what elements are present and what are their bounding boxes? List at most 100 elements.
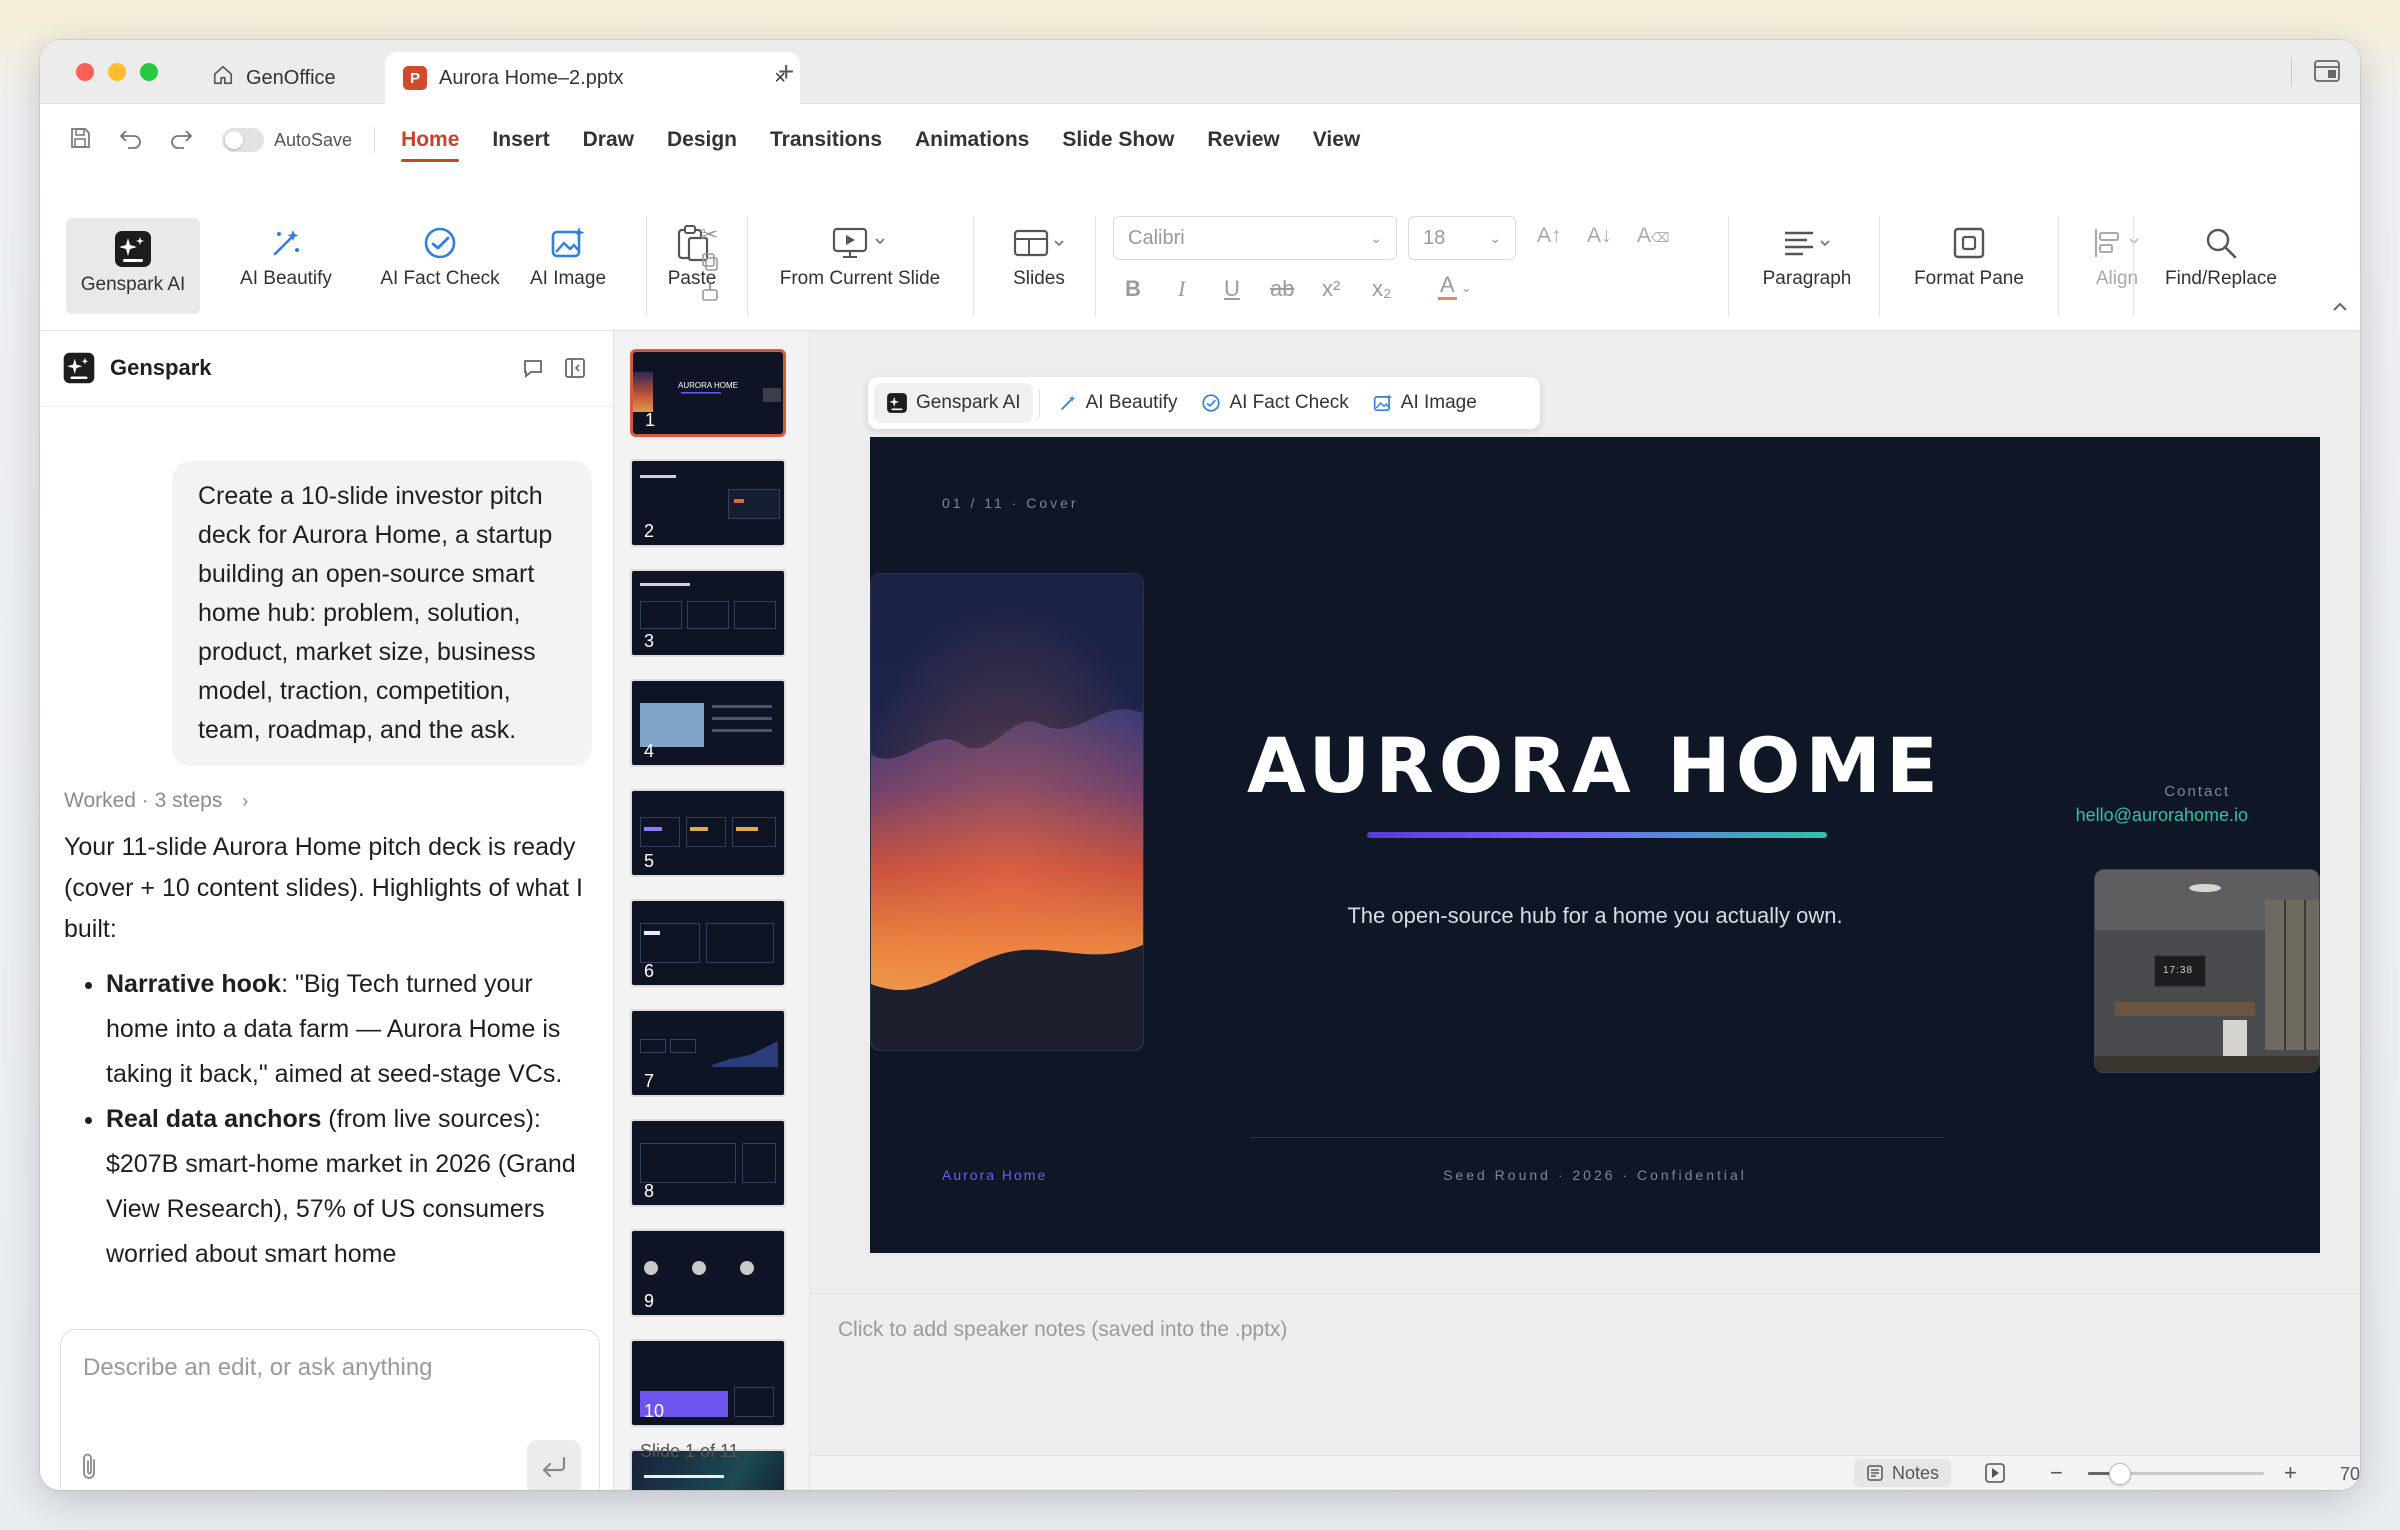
ai-fact-check-button[interactable]: AI Fact Check	[358, 218, 522, 290]
decrease-font-icon[interactable]: A↓	[1587, 224, 1612, 248]
chat-input[interactable]: Describe an edit, or ask anything	[83, 1354, 433, 1382]
font-size-select[interactable]: 18 ⌄	[1408, 216, 1516, 260]
menu-animations[interactable]: Animations	[915, 128, 1029, 152]
from-current-slide-button[interactable]: From Current Slide	[760, 218, 960, 290]
slide-thumbnail-1[interactable]: AURORA HOME 1	[630, 349, 786, 437]
slide-thumbnail-2[interactable]: 2	[630, 459, 786, 547]
fact-check-icon	[422, 218, 458, 268]
close-window-button[interactable]	[76, 63, 94, 81]
ribbon: Genspark AI AI Beautify AI Fact Check AI…	[40, 176, 2360, 331]
subscript-icon[interactable]: x₂	[1372, 276, 1392, 302]
answer-intro: Your 11-slide Aurora Home pitch deck is …	[64, 833, 584, 943]
undo-icon[interactable]	[118, 127, 144, 154]
slide-thumbnail-9[interactable]: 9	[630, 1229, 786, 1317]
slide-thumbnail-6[interactable]: 6	[630, 899, 786, 987]
menu-insert[interactable]: Insert	[492, 128, 549, 152]
increase-font-icon[interactable]: A↑	[1537, 224, 1562, 248]
format-pane-icon	[1952, 218, 1986, 268]
speaker-notes[interactable]: Click to add speaker notes (saved into t…	[810, 1293, 2360, 1455]
collapse-ribbon-icon[interactable]	[2332, 300, 2348, 318]
autosave-toggle[interactable]	[222, 128, 264, 152]
new-chat-icon[interactable]	[522, 357, 544, 384]
find-replace-button[interactable]: Find/Replace	[2146, 218, 2296, 290]
redo-icon[interactable]	[168, 127, 194, 154]
ai-image-icon	[550, 218, 586, 268]
slide-thumbnail-4[interactable]: 4	[630, 679, 786, 767]
slide-title[interactable]: AURORA HOME	[870, 721, 2320, 810]
living-room-photo[interactable]: 17:38	[2094, 869, 2320, 1073]
paste-button[interactable]: Paste	[652, 218, 732, 290]
genspark-ai-button[interactable]: Genspark AI	[66, 218, 200, 314]
minimize-window-button[interactable]	[108, 63, 126, 81]
current-slide[interactable]: 01 / 11 · Cover AURORA HOME The open-sou…	[870, 437, 2320, 1253]
sidebar-toggle-icon[interactable]	[2314, 60, 2340, 87]
bold-icon[interactable]: B	[1125, 276, 1141, 302]
menu-draw[interactable]: Draw	[583, 128, 634, 152]
maximize-window-button[interactable]	[140, 63, 158, 81]
attach-icon[interactable]	[79, 1452, 101, 1487]
float-ai-beautify-button[interactable]: AI Beautify	[1046, 383, 1190, 423]
font-family-select[interactable]: Calibri ⌄	[1113, 216, 1397, 260]
ai-beautify-button[interactable]: AI Beautify	[216, 218, 356, 290]
copy-icon[interactable]	[700, 252, 720, 277]
float-ai-fact-check-button[interactable]: AI Fact Check	[1189, 383, 1360, 423]
zoom-out-button[interactable]: −	[2050, 1460, 2063, 1486]
divider	[747, 216, 748, 316]
app-window: GenOffice P Aurora Home–2.pptx × + AutoS…	[40, 40, 2360, 1490]
aurora-gradient-image[interactable]	[870, 573, 1144, 1051]
new-tab-button[interactable]: +	[778, 56, 794, 88]
slides-button[interactable]: Slides	[982, 218, 1096, 290]
title-underline	[1367, 832, 1827, 838]
align-label: Align	[2095, 268, 2139, 289]
zoom-slider-thumb[interactable]	[2108, 1463, 2131, 1485]
slide-thumbnail-7[interactable]: 7	[630, 1009, 786, 1097]
send-button[interactable]	[527, 1440, 581, 1490]
format-painter-icon[interactable]	[700, 282, 720, 307]
tab-aurora-pptx[interactable]: P Aurora Home–2.pptx ×	[385, 52, 800, 104]
strikethrough-icon[interactable]: ab	[1270, 276, 1294, 302]
zoom-in-button[interactable]: +	[2284, 1460, 2297, 1486]
menu-home[interactable]: Home	[401, 128, 460, 162]
notes-toggle-button[interactable]: Notes	[1854, 1459, 1952, 1487]
font-color-icon[interactable]: A ⌄	[1438, 272, 1472, 300]
dock-panel-icon[interactable]	[564, 357, 586, 384]
zoom-slider[interactable]	[2088, 1463, 2264, 1485]
save-icon[interactable]	[68, 126, 92, 155]
cut-icon[interactable]: ✂	[700, 222, 718, 248]
float-genspark-ai-button[interactable]: Genspark AI	[874, 383, 1033, 423]
format-pane-button[interactable]: Format Pane	[1889, 218, 2049, 290]
thumb-number: 5	[644, 851, 655, 871]
slideshow-play-icon[interactable]	[1984, 1462, 2006, 1489]
underline-icon[interactable]: U	[1224, 276, 1240, 302]
paragraph-align-icon	[1779, 218, 1835, 268]
slide-thumbnail-8[interactable]: 8	[630, 1119, 786, 1207]
menu-design[interactable]: Design	[667, 128, 737, 152]
slide-thumbnail-5[interactable]: 5	[630, 789, 786, 877]
tab-genoffice[interactable]: GenOffice	[202, 52, 402, 104]
menu-review[interactable]: Review	[1207, 128, 1279, 152]
zoom-level[interactable]: 70%	[2340, 1464, 2360, 1485]
worked-steps-toggle[interactable]: Worked · 3 steps ›	[64, 789, 248, 813]
chat-input-box[interactable]: Describe an edit, or ask anything	[60, 1329, 600, 1490]
divider	[2133, 216, 2134, 316]
genspark-icon	[887, 393, 907, 413]
genspark-logo-icon	[62, 351, 96, 390]
footer-note: Seed Round · 2026 · Confidential	[1443, 1167, 1747, 1183]
clear-format-icon[interactable]: A⌫	[1637, 224, 1669, 248]
ai-image-button[interactable]: AI Image	[502, 218, 634, 290]
ai-image-label: AI Image	[529, 268, 607, 289]
slide-thumbnail-3[interactable]: 3	[630, 569, 786, 657]
search-icon	[2204, 218, 2238, 268]
bullet-bold: Narrative hook	[106, 970, 282, 998]
menu-slide-show[interactable]: Slide Show	[1062, 128, 1174, 152]
menu-transitions[interactable]: Transitions	[770, 128, 882, 152]
slide-thumbnail-10[interactable]: 10	[630, 1339, 786, 1427]
slides-layout-icon	[1009, 218, 1069, 268]
float-ai-image-button[interactable]: AI Image	[1361, 383, 1489, 423]
menu-view[interactable]: View	[1313, 128, 1360, 152]
superscript-icon[interactable]: x²	[1322, 276, 1340, 302]
float-ai-fact-check-label: AI Fact Check	[1229, 392, 1349, 413]
paragraph-button[interactable]: Paragraph	[1738, 218, 1876, 290]
contact-email[interactable]: hello@aurorahome.io	[2076, 805, 2248, 826]
italic-icon[interactable]: I	[1178, 276, 1185, 302]
